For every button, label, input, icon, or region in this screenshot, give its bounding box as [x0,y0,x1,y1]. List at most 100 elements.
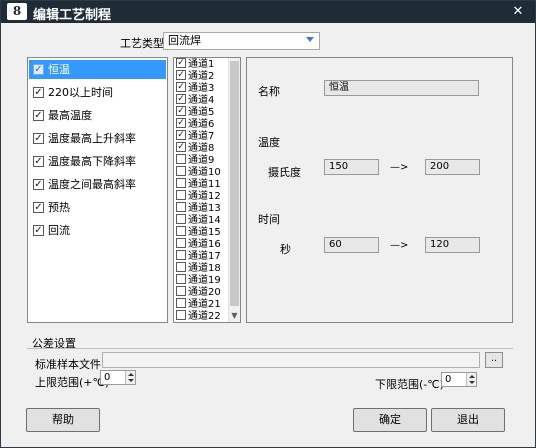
checkbox[interactable] [176,118,186,128]
parameter-label: 温度最高下降斜率 [48,155,136,168]
temperature-range-arrow: —> [390,162,409,173]
parameter-list: 恒温 220以上时间最高温度温度最高上升斜率温度最高下降斜率温度之间最高斜率预热回… [27,57,168,323]
checkbox[interactable] [176,226,186,236]
window-title: 编辑工艺制程 [33,8,112,23]
help-button[interactable]: 帮助 [26,408,100,432]
name-field[interactable]: 恒温 [324,80,479,96]
checkbox[interactable] [33,86,44,98]
checkbox[interactable] [176,130,186,140]
name-label: 名称 [258,85,280,98]
lower-limit-spinner[interactable]: 0 [441,372,477,387]
temperature-unit-label: 摄氏度 [268,166,301,179]
parameter-list-item[interactable]: 最高温度 [29,106,166,125]
checkbox[interactable] [176,106,186,116]
checkbox[interactable] [176,274,186,284]
checkbox[interactable] [176,70,186,80]
title-bar: 8 编辑工艺制程 ✕ [1,1,535,23]
parameter-label: 温度最高上升斜率 [48,132,136,145]
channel-label: 通道8 [188,143,215,154]
channel-label: 通道6 [188,119,215,130]
parameter-label: 预热 [48,201,70,214]
upper-limit-spinner[interactable]: 0 [100,370,136,385]
edit-process-dialog: 8 编辑工艺制程 ✕ 工艺类型 回流焊 恒温 220以上时间最高温度温度最高上升斜… [0,0,536,448]
upper-limit-label: 上限范围(+℃) [35,376,110,389]
parameter-list-item[interactable]: 恒温 [29,60,166,79]
channel-label: 通道2 [188,71,215,82]
channel-label: 通道13 [188,203,221,214]
checkbox[interactable] [176,166,186,176]
standard-sample-file-input[interactable] [102,352,480,368]
temperature-to-field[interactable]: 200 [425,159,480,175]
channel-label: 通道4 [188,95,215,106]
browse-button[interactable]: .. [485,352,503,368]
time-unit-label: 秒 [280,243,291,256]
ok-button[interactable]: 确定 [353,408,427,432]
channel-label: 通道15 [188,227,221,238]
channel-item[interactable]: 通道22 [176,310,221,322]
lower-limit-value: 0 [445,374,452,385]
process-type-label: 工艺类型 [120,37,164,50]
channel-list-scrollbar[interactable]: ▼ [228,58,240,322]
process-type-value: 回流焊 [168,34,201,47]
channel-label: 通道1 [188,59,215,70]
parameter-list-item[interactable]: 温度最高上升斜率 [29,129,166,148]
channel-label: 通道7 [188,131,215,142]
channel-label: 通道17 [188,251,221,262]
time-from-field[interactable]: 60 [324,237,379,253]
channel-label: 通道12 [188,191,221,202]
parameter-list-item[interactable]: 220以上时间 [29,83,166,102]
app-logo-icon: 8 [7,3,27,20]
checkbox[interactable] [33,178,44,190]
process-type-select[interactable]: 回流焊 [163,32,320,50]
checkbox[interactable] [33,201,44,213]
checkbox[interactable] [176,154,186,164]
checkbox[interactable] [33,63,44,75]
parameter-list-item[interactable]: 预热 [29,198,166,217]
checkbox[interactable] [176,178,186,188]
channel-label: 通道16 [188,239,221,250]
checkbox[interactable] [176,238,186,248]
checkbox[interactable] [33,109,44,121]
checkbox[interactable] [176,58,186,68]
checkbox[interactable] [176,250,186,260]
exit-button[interactable]: 退出 [431,408,505,432]
parameter-label: 温度之间最高斜率 [48,178,136,191]
divider [27,348,513,349]
checkbox[interactable] [33,132,44,144]
checkbox[interactable] [176,286,186,296]
spinner-arrows-icon[interactable] [466,373,476,386]
channel-label: 通道10 [188,167,221,178]
temperature-from-field[interactable]: 150 [324,159,379,175]
checkbox[interactable] [33,155,44,167]
checkbox[interactable] [176,142,186,152]
close-button[interactable]: ✕ [507,3,529,20]
checkbox[interactable] [176,262,186,272]
parameter-list-item[interactable]: 回流 [29,221,166,240]
checkbox[interactable] [176,202,186,212]
checkbox[interactable] [33,224,44,236]
time-to-field[interactable]: 120 [425,237,480,253]
parameter-label: 恒温 [48,63,70,76]
scrollbar-thumb[interactable] [230,61,239,306]
channel-label: 通道14 [188,215,221,226]
checkbox[interactable] [176,214,186,224]
checkbox[interactable] [176,190,186,200]
channel-label: 通道5 [188,107,215,118]
checkbox[interactable] [176,82,186,92]
parameter-list-item[interactable]: 温度最高下降斜率 [29,152,166,171]
channel-label: 通道18 [188,263,221,274]
channel-label: 通道11 [188,179,221,190]
checkbox[interactable] [176,310,186,320]
checkbox[interactable] [176,94,186,104]
temperature-section-label: 温度 [258,136,280,149]
chevron-down-icon [306,37,314,42]
checkbox[interactable] [176,298,186,308]
lower-limit-label: 下限范围(-℃) [375,378,444,391]
spinner-arrows-icon[interactable] [125,371,135,384]
scroll-down-icon[interactable]: ▼ [229,310,240,322]
channel-label: 通道21 [188,299,221,310]
time-section-label: 时间 [258,213,280,226]
channel-label: 通道22 [188,311,221,322]
parameter-list-item[interactable]: 温度之间最高斜率 [29,175,166,194]
standard-sample-file-label: 标准样本文件 [35,358,101,371]
